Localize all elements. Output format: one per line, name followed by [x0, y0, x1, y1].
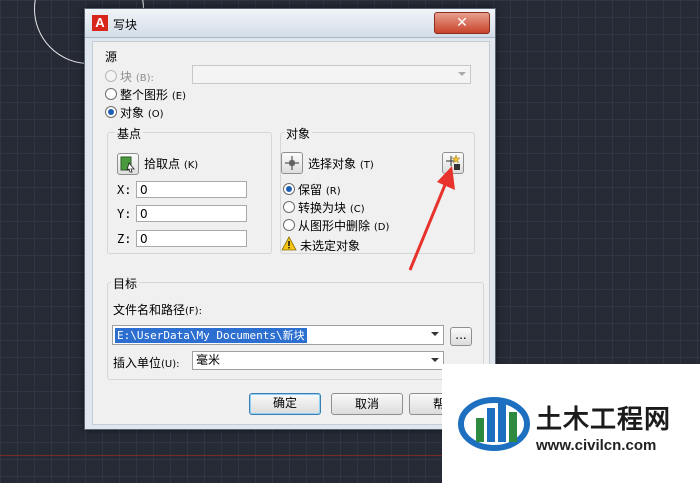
arrow-shaft — [408, 179, 449, 271]
watermark-logo-icon — [458, 397, 530, 451]
arrow-head — [437, 166, 455, 190]
watermark-title: 土木工程网 — [536, 405, 672, 435]
watermark: 土木工程网 www.civilcn.com — [442, 364, 700, 483]
watermark-url: www.civilcn.com — [536, 437, 657, 454]
